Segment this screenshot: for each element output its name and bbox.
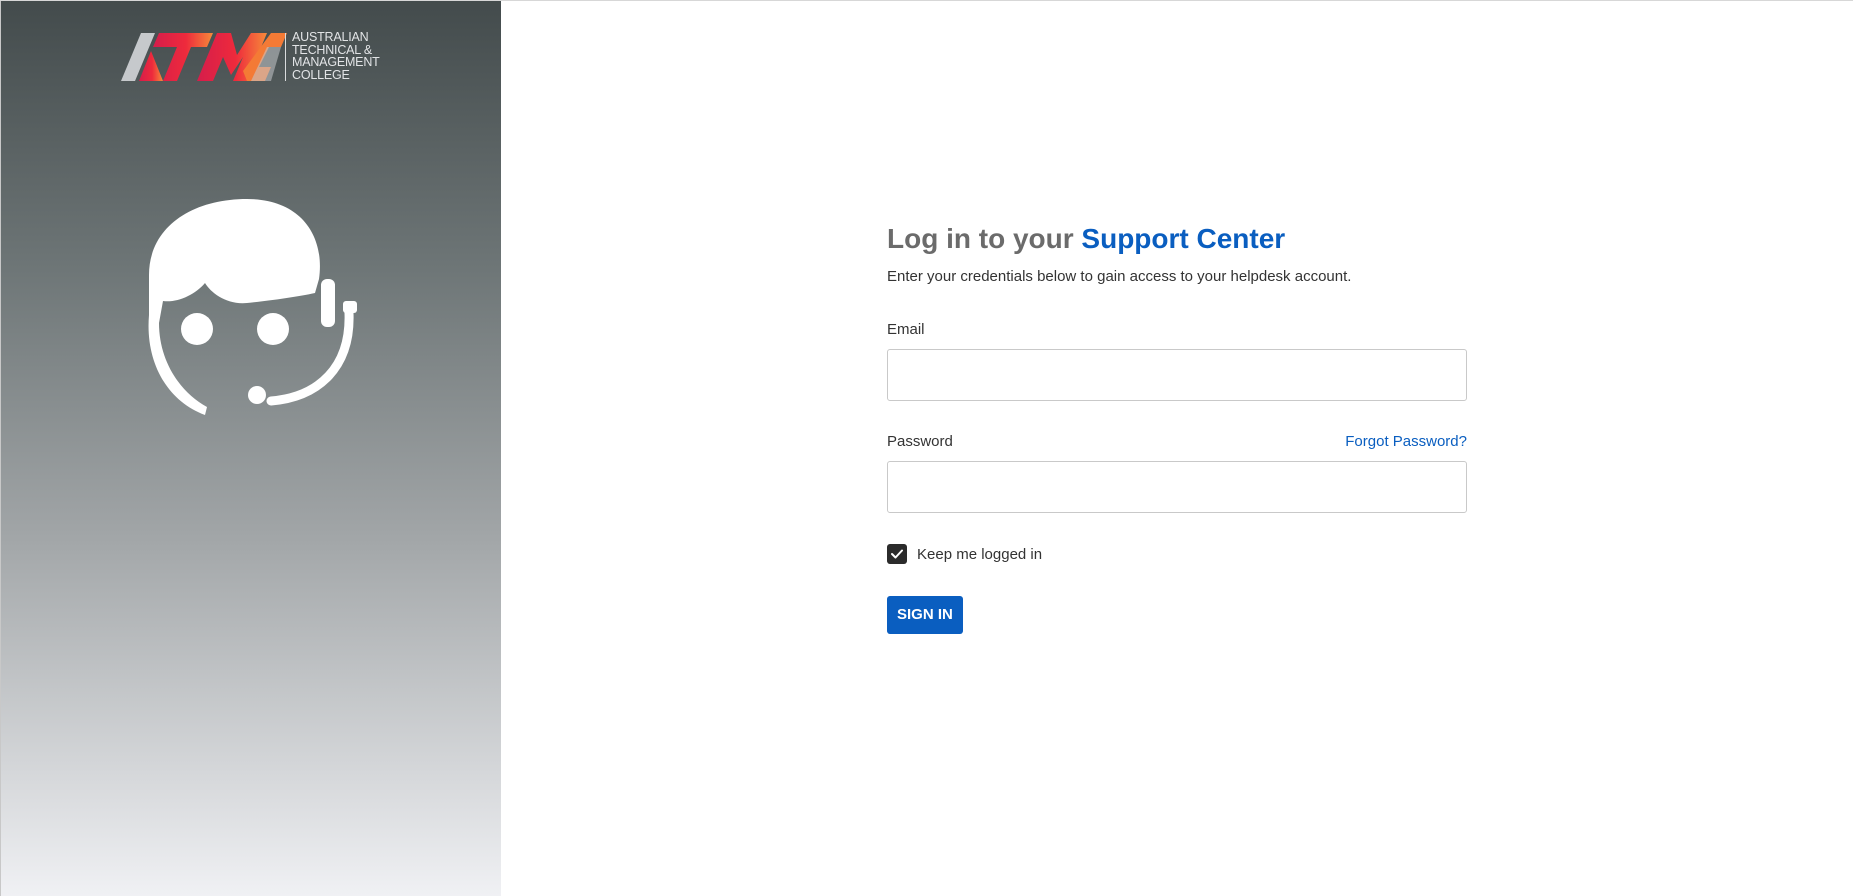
email-field[interactable] <box>887 349 1467 401</box>
support-agent-headset-icon <box>148 199 357 415</box>
logo-line: MANAGEMENT <box>292 55 380 69</box>
forgot-password-link[interactable]: Forgot Password? <box>1345 433 1467 450</box>
checkmark-icon <box>891 549 903 559</box>
sign-in-button[interactable]: SIGN IN <box>887 596 963 634</box>
login-form: Log in to your Support Center Enter your… <box>887 220 1467 634</box>
email-label-row: Email <box>887 319 1467 339</box>
page-subtitle: Enter your credentials below to gain acc… <box>887 268 1352 285</box>
page-title: Log in to your Support Center <box>887 220 1467 258</box>
remember-me-row: Keep me logged in <box>887 543 1467 565</box>
title-accent: Support Center <box>1081 223 1286 254</box>
password-label: Password <box>887 432 953 450</box>
login-page: AUSTRALIAN TECHNICAL & MANAGEMENT COLLEG… <box>0 0 1853 896</box>
remember-me-label[interactable]: Keep me logged in <box>917 546 1042 563</box>
logo-divider <box>285 33 286 81</box>
brand-sidebar: AUSTRALIAN TECHNICAL & MANAGEMENT COLLEG… <box>0 1 501 896</box>
email-group: Email <box>887 319 1467 401</box>
logo-line: COLLEGE <box>292 67 350 82</box>
password-field[interactable] <box>887 461 1467 513</box>
title-prefix: Log in to your <box>887 223 1074 254</box>
logo-wordmark: AUSTRALIAN TECHNICAL & MANAGEMENT COLLEG… <box>292 31 402 81</box>
remember-me-checkbox[interactable] <box>887 544 907 564</box>
logo-line: AUSTRALIAN <box>292 30 369 44</box>
password-label-row: Password Forgot Password? <box>887 431 1467 451</box>
password-group: Password Forgot Password? <box>887 431 1467 513</box>
email-label: Email <box>887 320 925 338</box>
